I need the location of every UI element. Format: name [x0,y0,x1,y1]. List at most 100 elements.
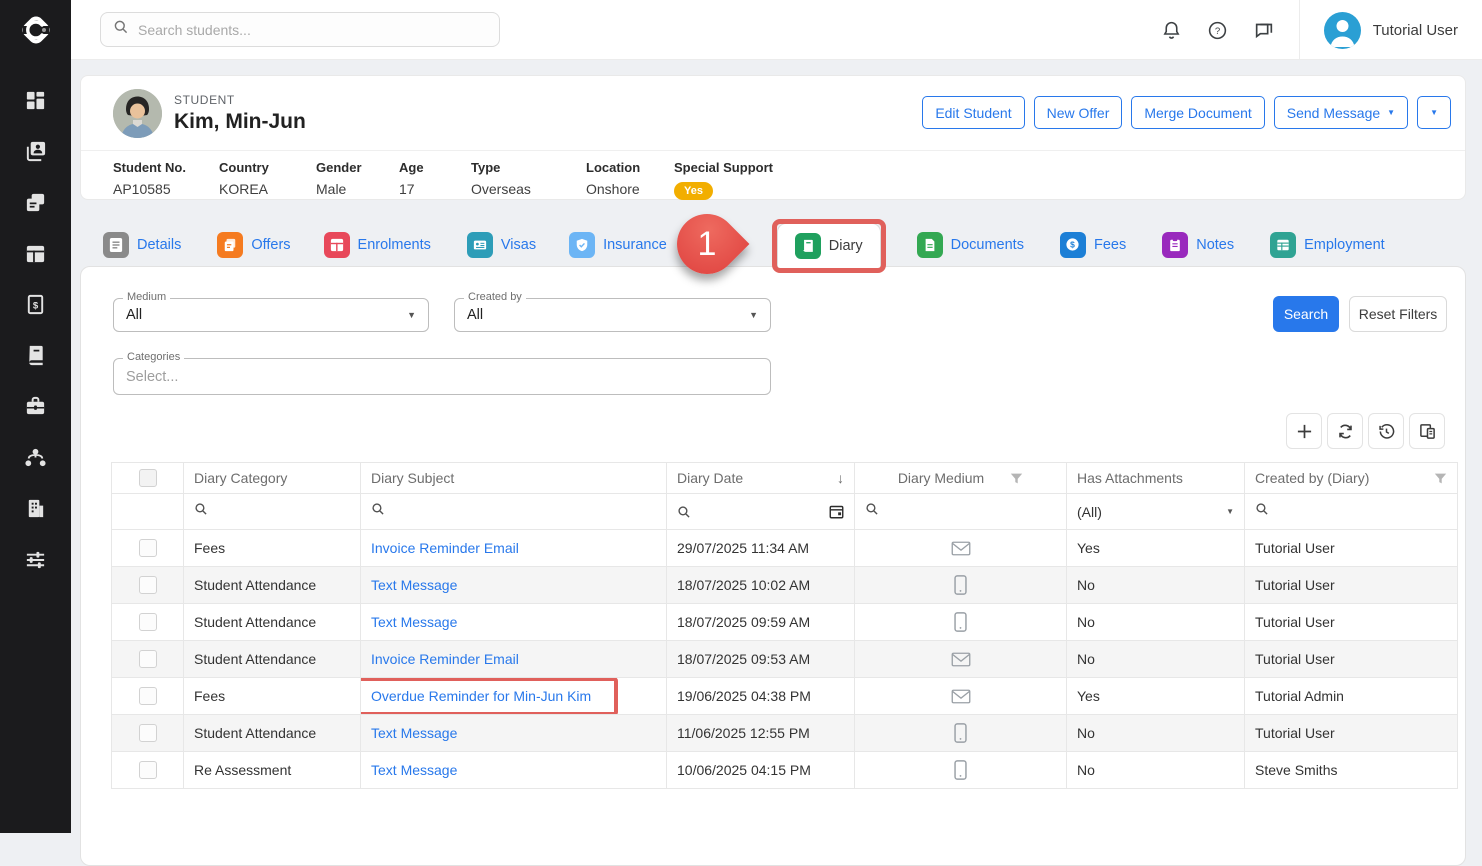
email-icon [951,689,971,704]
attachments-cell: No [1067,641,1245,678]
diary-date-cell: 19/06/2025 04:38 PM [667,678,855,715]
edit-student-button[interactable]: Edit Student [922,96,1024,129]
tab-diary[interactable]: Diary 1 [777,223,881,269]
student-number: AP10585 [113,181,219,197]
student-section-label: STUDENT [174,93,306,107]
diary-subject-link[interactable]: Text Message [371,762,457,778]
diary-subject-link[interactable]: Text Message [371,577,457,593]
tab-visas[interactable]: Visas [467,232,536,258]
visas-icon [467,232,493,258]
col-has-attachments[interactable]: Has Attachments [1067,463,1245,494]
info-label: Student No. [113,160,219,175]
search-input[interactable] [138,22,487,38]
table-row: Student Attendance Text Message 11/06/20… [112,715,1458,752]
tab-enrolments[interactable]: Enrolments [324,232,431,258]
help-icon[interactable]: ? [1195,10,1241,50]
row-checkbox[interactable] [139,724,157,742]
categories-filter-select[interactable]: Categories Select... [113,358,771,395]
diary-subject-link[interactable]: Text Message [371,614,457,630]
student-country: KOREA [219,181,316,197]
sidebar-item-agents-icon[interactable] [18,445,54,469]
search-button[interactable]: Search [1273,296,1339,332]
row-checkbox[interactable] [139,613,157,631]
medium-filter-select[interactable]: Medium All ▼ [113,298,429,332]
diary-medium-cell [855,752,1067,789]
sidebar-item-offers-icon[interactable] [18,190,54,214]
diary-subject-link[interactable]: Text Message [371,725,457,741]
student-search[interactable] [100,12,500,47]
chevron-down-icon: ▼ [1430,109,1438,117]
search-icon [113,19,129,40]
tab-fees[interactable]: $ Fees [1060,232,1126,258]
notes-icon [1162,232,1188,258]
created-by-cell: Tutorial User [1245,715,1458,752]
row-checkbox[interactable] [139,650,157,668]
date-filter-input[interactable] [667,494,855,530]
sort-descending-icon: ↓ [837,470,844,486]
tab-notes[interactable]: Notes [1162,232,1234,258]
student-location: Onshore [586,181,674,197]
tab-insurance[interactable]: Insurance [569,232,667,258]
col-created-by[interactable]: Created by (Diary) [1245,463,1458,494]
col-diary-category[interactable]: Diary Category [184,463,361,494]
notifications-bell-icon[interactable] [1149,10,1195,50]
sidebar-item-services-icon[interactable] [18,394,54,418]
phone-icon [954,575,967,595]
calendar-icon [829,504,844,519]
sidebar-item-campus-icon[interactable] [18,496,54,520]
tab-documents[interactable]: Documents [917,232,1024,258]
phone-icon [954,760,967,780]
add-diary-button[interactable] [1286,413,1322,449]
attachments-filter-dropdown[interactable]: (All)▼ [1067,494,1245,530]
diary-subject-link[interactable]: Invoice Reminder Email [371,651,519,667]
row-checkbox[interactable] [139,576,157,594]
select-all-checkbox[interactable] [139,469,157,487]
sidebar-item-dashboard-icon[interactable] [18,88,54,112]
created-by-filter-input[interactable] [1245,494,1458,530]
diary-subject-link[interactable]: Invoice Reminder Email [371,540,519,556]
diary-category-cell: Student Attendance [184,641,361,678]
row-checkbox[interactable] [139,761,157,779]
filter-funnel-icon [1010,472,1023,485]
sidebar-item-settings-icon[interactable] [18,547,54,571]
medium-filter-input[interactable] [855,494,1067,530]
more-actions-button[interactable]: ▼ [1417,96,1451,129]
employment-icon [1270,232,1296,258]
table-row: Fees Invoice Reminder Email 29/07/2025 1… [112,530,1458,567]
history-icon[interactable] [1368,413,1404,449]
sidebar-item-courses-icon[interactable] [18,343,54,367]
col-diary-date[interactable]: Diary Date↓ [667,463,855,494]
subject-filter-input[interactable] [361,494,667,530]
tab-details[interactable]: Details [103,232,181,258]
sidebar-item-fees-icon[interactable]: $ [18,292,54,316]
sidebar-item-students-icon[interactable] [18,139,54,163]
app-logo[interactable] [0,0,71,60]
created-by-filter-select[interactable]: Created by All ▼ [454,298,771,332]
row-checkbox[interactable] [139,539,157,557]
refresh-icon[interactable] [1327,413,1363,449]
user-name: Tutorial User [1373,22,1458,39]
merge-document-button[interactable]: Merge Document [1131,96,1264,129]
reset-filters-button[interactable]: Reset Filters [1349,296,1447,332]
attachments-cell: Yes [1067,678,1245,715]
tab-employment[interactable]: Employment [1270,232,1385,258]
col-diary-medium[interactable]: Diary Medium [855,463,1067,494]
send-message-button[interactable]: Send Message▼ [1274,96,1408,129]
category-filter-input[interactable] [184,494,361,530]
svg-text:?: ? [1215,26,1220,37]
new-offer-button[interactable]: New Offer [1034,96,1123,129]
attachments-cell: Yes [1067,530,1245,567]
user-menu[interactable]: Tutorial User [1300,12,1482,49]
diary-date-cell: 18/07/2025 09:53 AM [667,641,855,678]
documents-icon [917,232,943,258]
tab-offers[interactable]: Offers [217,232,290,258]
diary-category-cell: Student Attendance [184,567,361,604]
sidebar-item-enrolments-icon[interactable] [18,241,54,265]
column-chooser-icon[interactable] [1409,413,1445,449]
messages-icon[interactable] [1241,10,1287,50]
col-diary-subject[interactable]: Diary Subject [361,463,667,494]
row-checkbox[interactable] [139,687,157,705]
diary-subject-link[interactable]: Overdue Reminder for Min-Jun Kim [371,688,591,704]
diary-icon [795,233,821,259]
table-row: Re Assessment Text Message 10/06/2025 04… [112,752,1458,789]
